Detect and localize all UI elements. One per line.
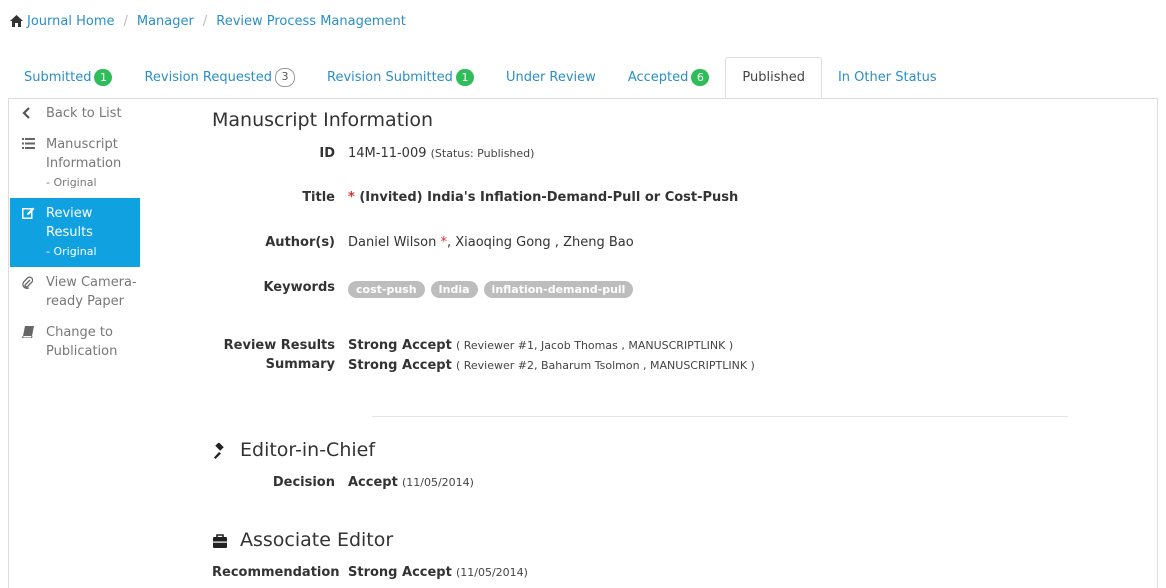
keyword-tag: cost-push (348, 281, 425, 298)
field-authors: Author(s) Daniel Wilson *, Xiaoqing Gong… (212, 235, 1072, 250)
field-label: Summary (265, 357, 335, 372)
field-label: Keywords (263, 280, 335, 295)
breadcrumb: Journal Home / Manager / Review Process … (10, 12, 406, 30)
author-name: Daniel Wilson (348, 235, 437, 250)
tab-under-review[interactable]: Under Review (490, 57, 612, 97)
section-heading-associate-editor: Associate Editor (212, 529, 393, 551)
manuscript-title: (Invited) India's Inflation-Demand-Pull … (359, 190, 739, 205)
tab-label: Submitted (24, 69, 92, 85)
field-label: ID (319, 146, 335, 161)
divider (372, 416, 1068, 417)
count-badge: 3 (275, 67, 295, 87)
tab-revision-requested[interactable]: Revision Requested 3 (128, 57, 311, 97)
nav-manuscript-information[interactable]: Manuscript Information - Original (10, 129, 140, 198)
chevron-left-icon (22, 107, 30, 119)
gavel-icon (214, 442, 224, 459)
section-heading-manuscript: Manuscript Information (212, 109, 434, 131)
tab-label: Published (742, 70, 805, 85)
nav-change-to-publication[interactable]: Change to Publication (10, 317, 140, 367)
section-heading-editor-in-chief: Editor-in-Chief (212, 439, 375, 461)
field-label: Title (302, 190, 335, 205)
required-marker: * (348, 190, 355, 205)
field-keywords: Keywords cost-push India inflation-demand-… (212, 280, 1072, 298)
nav-label: Change to Publication (46, 325, 118, 359)
tab-accepted[interactable]: Accepted 6 (612, 57, 726, 97)
nav-review-results[interactable]: Review Results - Original (10, 198, 140, 267)
recommendation-date: (11/05/2014) (455, 566, 528, 579)
list-icon (22, 138, 35, 149)
field-label: Author(s) (265, 235, 335, 250)
breadcrumb-review-process[interactable]: Review Process Management (216, 14, 406, 29)
tab-revision-submitted[interactable]: Revision Submitted 1 (311, 57, 490, 97)
tab-panel: Back to List Manuscript Information - Or… (8, 98, 1158, 588)
nav-label: Manuscript Information (46, 137, 122, 171)
tab-label: Revision Requested (144, 69, 272, 85)
briefcase-icon (213, 533, 227, 548)
review-decision: Strong Accept (348, 358, 452, 373)
book-icon (22, 326, 34, 338)
nav-sublabel: - Original (46, 176, 97, 189)
author-names: , Xiaoqing Gong , Zheng Bao (446, 235, 634, 250)
review-detail: ( Reviewer #2, Baharum Tsolmon , MANUSCR… (455, 359, 755, 372)
decision-date: (11/05/2014) (401, 476, 474, 489)
review-decision: Strong Accept (348, 338, 452, 353)
count-badge: 6 (691, 68, 710, 86)
tab-label: Under Review (505, 69, 596, 85)
paperclip-icon (22, 276, 33, 289)
tab-label: Revision Submitted (327, 69, 453, 85)
nav-view-camera-ready-paper[interactable]: View Camera-ready Paper (10, 267, 140, 317)
review-result: Strong Accept ( Reviewer #2, Baharum Tso… (348, 356, 1072, 376)
manuscript-status: (Status: Published) (430, 147, 535, 160)
count-badge: 1 (455, 68, 474, 86)
breadcrumb-journal-home[interactable]: Journal Home (27, 14, 114, 29)
breadcrumb-separator: / (123, 13, 128, 29)
field-title: Title * (Invited) India's Inflation-Dema… (212, 190, 1072, 205)
keyword-tag: inflation-demand-pull (483, 281, 634, 298)
breadcrumb-separator: / (202, 13, 208, 29)
nav-sublabel: - Original (46, 245, 97, 258)
edit-icon (22, 207, 35, 219)
tab-published[interactable]: Published (725, 57, 822, 98)
tab-label: Accepted (627, 69, 689, 85)
nav-label: Review Results (46, 206, 93, 240)
home-icon (10, 15, 23, 27)
review-result: Strong Accept ( Reviewer #1, Jacob Thoma… (348, 336, 1072, 356)
count-badge: 1 (94, 68, 113, 86)
tab-submitted[interactable]: Submitted 1 (8, 57, 128, 97)
breadcrumb-manager[interactable]: Manager (137, 14, 194, 29)
field-label: Decision (272, 475, 335, 490)
field-decision: Decision Accept (11/05/2014) (212, 475, 1072, 490)
review-detail: ( Reviewer #1, Jacob Thomas , MANUSCRIPT… (455, 339, 734, 352)
field-id: ID 14M-11-009 (Status: Published) (212, 146, 1072, 161)
keyword-tag: India (430, 281, 478, 298)
manuscript-id: 14M-11-009 (348, 146, 427, 161)
field-label: Review Results (223, 338, 335, 353)
nav-back-to-list[interactable]: Back to List (10, 98, 140, 129)
side-nav: Back to List Manuscript Information - Or… (10, 98, 140, 367)
status-tabs: Submitted 1 Revision Requested 3 Revisio… (8, 57, 1158, 99)
tab-label: In Other Status (837, 69, 937, 85)
nav-label: View Camera-ready Paper (46, 275, 137, 309)
field-review-summary: Review Results Summary Strong Accept ( R… (212, 336, 1072, 376)
tab-in-other-status[interactable]: In Other Status (822, 57, 953, 97)
decision-value: Accept (348, 475, 398, 490)
nav-label: Back to List (46, 106, 122, 121)
